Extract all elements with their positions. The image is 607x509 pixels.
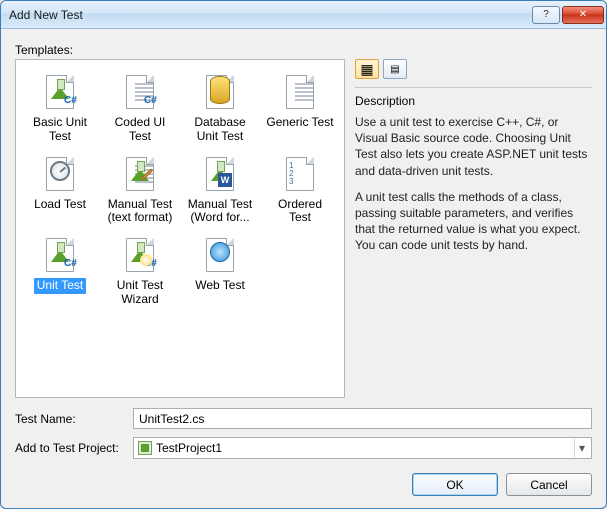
project-icon [138, 441, 152, 455]
ok-button[interactable]: OK [412, 473, 498, 496]
templates-label: Templates: [15, 43, 592, 57]
small-icons-button[interactable]: ▤ [383, 59, 407, 79]
dialog-buttons: OK Cancel [15, 473, 592, 496]
load-test-icon [42, 155, 78, 195]
unit-test-icon [42, 236, 78, 276]
template-item-label: Basic Unit Test [23, 115, 97, 145]
close-button[interactable]: ✕ [562, 6, 604, 24]
generic-test-icon [282, 73, 318, 113]
project-value: TestProject1 [156, 441, 222, 455]
template-item[interactable]: Database Unit Test [180, 68, 260, 150]
ordered-test-icon: 123 [282, 155, 318, 195]
template-item[interactable]: Basic Unit Test [20, 68, 100, 150]
template-item-label: Load Test [31, 197, 89, 213]
template-item-label: Web Test [192, 278, 248, 294]
help-button[interactable]: ? [532, 6, 560, 24]
fields: Test Name: Add to Test Project: TestProj… [15, 408, 592, 459]
small-icons-icon: ▤ [390, 64, 399, 75]
mid-area: Basic Unit TestCoded UI TestDatabase Uni… [15, 59, 592, 398]
chevron-down-icon: ▾ [574, 439, 589, 457]
template-item[interactable]: Web Test [180, 231, 260, 313]
project-label: Add to Test Project: [15, 441, 125, 455]
dialog-content: Templates: Basic Unit TestCoded UI TestD… [1, 29, 606, 508]
template-item[interactable]: Unit Test [20, 231, 100, 313]
templates-listbox[interactable]: Basic Unit TestCoded UI TestDatabase Uni… [15, 59, 345, 398]
coded-ui-test-icon [122, 73, 158, 113]
template-item-label: Coded UI Test [103, 115, 177, 145]
template-item-label: Database Unit Test [183, 115, 257, 145]
description-p2: A unit test calls the methods of a class… [355, 189, 592, 254]
description-p1: Use a unit test to exercise C++, C#, or … [355, 114, 592, 179]
large-icons-icon: ▦ [360, 61, 373, 78]
project-row: Add to Test Project: TestProject1 ▾ [15, 437, 592, 459]
window-buttons: ? ✕ [532, 6, 604, 24]
db-unit-test-icon [202, 73, 238, 113]
cancel-button[interactable]: Cancel [506, 473, 592, 496]
template-item-label: Manual Test (text format) [103, 197, 177, 227]
test-name-input[interactable] [133, 408, 592, 429]
test-name-label: Test Name: [15, 412, 125, 426]
unit-test-wizard-icon [122, 236, 158, 276]
template-item[interactable]: Generic Test [260, 68, 340, 150]
template-item[interactable]: Coded UI Test [100, 68, 180, 150]
template-item-label: Manual Test (Word for... [183, 197, 257, 227]
test-name-row: Test Name: [15, 408, 592, 429]
project-combobox[interactable]: TestProject1 ▾ [133, 437, 592, 459]
dialog-window: Add New Test ? ✕ Templates: Basic Unit T… [0, 0, 607, 509]
large-icons-button[interactable]: ▦ [355, 59, 379, 79]
template-item-label: Unit Test Wizard [103, 278, 177, 308]
window-title: Add New Test [9, 8, 532, 22]
template-item[interactable]: Unit Test Wizard [100, 231, 180, 313]
template-item[interactable]: 123Ordered Test [260, 150, 340, 232]
view-mode-toolbar: ▦ ▤ [355, 59, 592, 79]
basic-unit-test-icon [42, 73, 78, 113]
description-heading: Description [355, 87, 592, 108]
template-item-label: Ordered Test [263, 197, 337, 227]
manual-word-icon: W [202, 155, 238, 195]
template-item[interactable]: WManual Test (Word for... [180, 150, 260, 232]
titlebar: Add New Test ? ✕ [1, 1, 606, 29]
right-pane: ▦ ▤ Description Use a unit test to exerc… [355, 59, 592, 398]
web-test-icon [202, 236, 238, 276]
template-item-label: Unit Test [34, 278, 86, 294]
template-item-label: Generic Test [263, 115, 336, 131]
description-body: Use a unit test to exercise C++, C#, or … [355, 114, 592, 264]
manual-text-icon [122, 155, 158, 195]
template-item[interactable]: Manual Test (text format) [100, 150, 180, 232]
template-item[interactable]: Load Test [20, 150, 100, 232]
